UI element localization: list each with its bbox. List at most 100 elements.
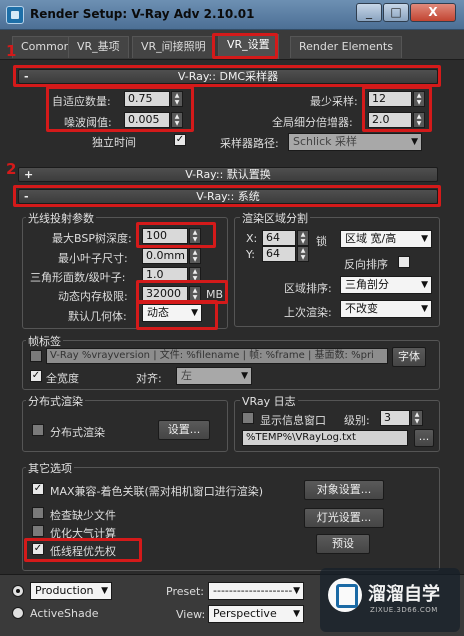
frame-stamp-title: 帧标签: [26, 333, 63, 349]
frame-stamp-checkbox[interactable]: [30, 350, 42, 362]
dmc-rollout-header[interactable]: - V-Ray:: DMC采样器: [18, 69, 438, 84]
region-mode-dropdown[interactable]: 区域 宽/高 ▼: [340, 230, 432, 248]
displacement-rollout-header[interactable]: + V-Ray:: 默认置换: [18, 167, 438, 182]
default-geometry-dropdown[interactable]: 动态 ▼: [142, 304, 202, 322]
default-geometry-value: 动态: [147, 306, 169, 319]
chevron-down-icon: ▼: [411, 137, 418, 147]
spinner-arrows-icon[interactable]: ▲ ▼: [189, 248, 201, 264]
chevron-down-icon: ▼: [191, 308, 198, 318]
region-order-value: 三角剖分: [345, 278, 389, 291]
annotation-number-1: 1: [6, 42, 17, 60]
collapse-icon: -: [24, 70, 29, 83]
align-label: 对齐:: [136, 372, 162, 385]
min-samples-spinner[interactable]: 12 ▲ ▼: [368, 91, 425, 107]
region-y-spinner[interactable]: 64 ▲ ▼: [262, 246, 309, 262]
min-leaf-spinner[interactable]: 0.0mm ▲ ▼: [142, 248, 201, 264]
distributed-render-checkbox[interactable]: [32, 424, 44, 436]
object-settings-button[interactable]: 对象设置...: [304, 480, 384, 500]
adaptive-amount-spinner[interactable]: 0.75 ▲ ▼: [124, 91, 183, 107]
show-window-checkbox[interactable]: [242, 412, 254, 424]
last-render-value: 不改变: [345, 302, 378, 315]
noise-threshold-spinner[interactable]: 0.005 ▲ ▼: [124, 112, 183, 128]
region-x-spinner[interactable]: 64 ▲ ▼: [262, 230, 309, 246]
independent-time-checkbox[interactable]: ✓: [174, 134, 186, 146]
frame-stamp-text-field[interactable]: V-Ray %vrayversion | 文件: %filename | 帧: …: [46, 348, 388, 364]
production-radio[interactable]: [12, 585, 24, 597]
brand-logo-icon: [328, 578, 362, 612]
low-thread-label: 低线程优先权: [50, 545, 116, 558]
app-icon: [6, 6, 24, 24]
show-window-label: 显示信息窗口: [260, 414, 326, 427]
chevron-down-icon: ▼: [241, 371, 248, 381]
log-level-label: 级别:: [344, 414, 370, 427]
log-level-spinner[interactable]: 3 ▲ ▼: [380, 410, 423, 426]
raycast-params-title: 光线投射参数: [26, 210, 96, 226]
presets-button[interactable]: 预设: [316, 534, 370, 554]
reverse-order-label: 反向排序: [344, 258, 388, 271]
spinner-arrows-icon[interactable]: ▲ ▼: [297, 246, 309, 262]
spinner-arrows-icon[interactable]: ▲ ▼: [297, 230, 309, 246]
preset-label: Preset:: [166, 585, 205, 598]
minimize-button[interactable]: _: [356, 3, 382, 22]
production-value: Production: [35, 584, 94, 597]
activeshade-radio[interactable]: [12, 607, 24, 619]
global-subdiv-spinner[interactable]: 2.0 ▲ ▼: [368, 112, 425, 128]
spinner-arrows-icon[interactable]: ▲ ▼: [171, 91, 183, 107]
close-button[interactable]: X: [410, 3, 456, 22]
spinner-arrows-icon[interactable]: ▲ ▼: [171, 112, 183, 128]
last-render-dropdown[interactable]: 不改变 ▼: [340, 300, 432, 318]
view-value: Perspective: [213, 607, 277, 620]
adaptive-amount-label: 自适应数量:: [52, 95, 111, 108]
align-dropdown[interactable]: 左 ▼: [176, 367, 252, 385]
check-missing-label: 检查缺少文件: [50, 509, 116, 522]
optimize-atm-label: 优化大气计算: [50, 527, 116, 540]
mem-limit-label: 动态内存极限:: [58, 290, 128, 303]
max-bsp-spinner[interactable]: 100 ▲ ▼: [142, 228, 201, 244]
system-rollout-header[interactable]: - V-Ray:: 系统: [18, 189, 438, 204]
low-thread-checkbox[interactable]: ✓: [32, 543, 44, 555]
browse-button[interactable]: ...: [414, 429, 434, 447]
max-bsp-label: 最大BSP树深度:: [52, 232, 132, 245]
mem-limit-spinner[interactable]: 32000 ▲ ▼: [142, 286, 201, 302]
vray-log-title: VRay 日志: [240, 393, 298, 409]
spinner-arrows-icon[interactable]: ▲ ▼: [189, 286, 201, 302]
chevron-down-icon: ▼: [421, 280, 428, 290]
spinner-arrows-icon[interactable]: ▲ ▼: [411, 410, 423, 426]
production-dropdown[interactable]: Production ▼: [30, 582, 112, 600]
noise-threshold-label: 噪波阈值:: [64, 116, 112, 129]
sampler-path-label: 采样器路径:: [220, 137, 279, 150]
tab-vr-indirect[interactable]: VR_间接照明: [132, 36, 215, 58]
tab-render-elements[interactable]: Render Elements: [290, 36, 402, 58]
check-missing-checkbox[interactable]: [32, 507, 44, 519]
min-samples-label: 最少采样:: [310, 95, 358, 108]
expand-icon: +: [24, 168, 34, 181]
full-width-checkbox[interactable]: ✓: [30, 370, 42, 382]
reverse-order-checkbox[interactable]: [398, 256, 410, 268]
tab-vr-basic[interactable]: VR_基项: [68, 36, 129, 58]
distributed-render-title: 分布式渲染: [26, 393, 85, 409]
restore-button[interactable]: □: [383, 3, 409, 22]
optimize-atm-checkbox[interactable]: [32, 525, 44, 537]
preset-dropdown[interactable]: -------------------- ▼: [208, 582, 304, 600]
face-level-spinner[interactable]: 1.0 ▲ ▼: [142, 267, 201, 283]
spinner-arrows-icon[interactable]: ▲ ▼: [189, 267, 201, 283]
spinner-arrows-icon[interactable]: ▲ ▼: [413, 112, 425, 128]
misc-options-title: 其它选项: [26, 460, 74, 476]
sampler-path-dropdown[interactable]: Schlick 采样 ▼: [288, 133, 422, 151]
max-compat-checkbox[interactable]: ✓: [32, 483, 44, 495]
spinner-arrows-icon[interactable]: ▲ ▼: [189, 228, 201, 244]
region-order-dropdown[interactable]: 三角剖分 ▼: [340, 276, 432, 294]
mem-limit-unit: MB: [206, 288, 224, 301]
watermark-brand: 溜溜自学: [368, 584, 440, 605]
view-dropdown[interactable]: Perspective ▼: [208, 605, 304, 623]
max-compat-label: MAX兼容-着色关联(需对相机窗口进行渲染): [50, 485, 264, 498]
tab-vr-settings[interactable]: VR_设置: [218, 34, 279, 59]
dmc-header-title: V-Ray:: DMC采样器: [177, 70, 279, 83]
light-settings-button[interactable]: 灯光设置...: [304, 508, 384, 528]
font-button[interactable]: 字体: [392, 347, 426, 367]
spinner-arrows-icon[interactable]: ▲ ▼: [413, 91, 425, 107]
chevron-down-icon: ▼: [421, 234, 428, 244]
log-path-field[interactable]: %TEMP%\VRayLog.txt: [242, 430, 408, 446]
preset-value: --------------------: [213, 584, 293, 597]
dr-settings-button[interactable]: 设置...: [158, 420, 210, 440]
